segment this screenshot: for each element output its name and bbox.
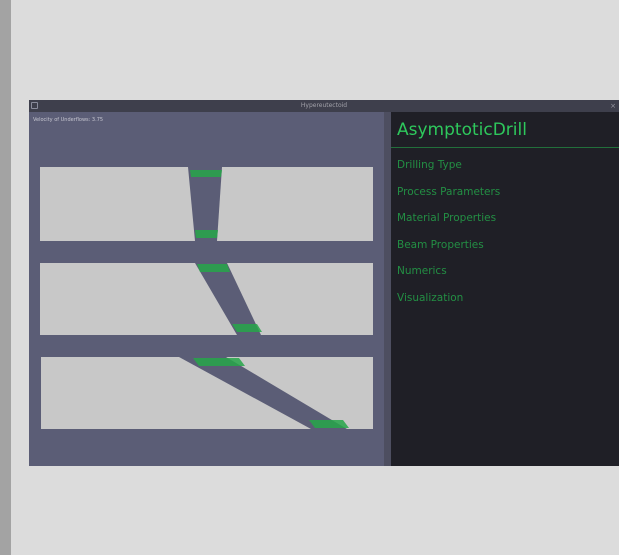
front-marker-2 — [195, 230, 218, 238]
front-marker-3 — [197, 264, 230, 272]
app-window: Hypereutectoid × Velocity of Underflows:… — [29, 100, 619, 466]
titlebar: Hypereutectoid × — [29, 100, 619, 112]
front-marker-5 — [193, 358, 245, 366]
front-marker-6 — [309, 420, 349, 428]
front-marker-1 — [190, 170, 222, 177]
panel-splitter[interactable] — [384, 112, 391, 466]
menu-item-drilling-type[interactable]: Drilling Type — [397, 152, 619, 179]
velocity-caption: Velocity of Underflows: 3.75 — [33, 117, 104, 123]
front-marker-4 — [232, 324, 262, 332]
menu-item-material-properties[interactable]: Material Properties — [397, 205, 619, 232]
menu-item-beam-properties[interactable]: Beam Properties — [397, 232, 619, 259]
side-panel: AsymptoticDrill Drilling Type Process Pa… — [391, 112, 619, 466]
menu-item-visualization[interactable]: Visualization — [397, 285, 619, 312]
menu-item-numerics[interactable]: Numerics — [397, 258, 619, 285]
panel-title: AsymptoticDrill — [391, 112, 619, 148]
window-title: Hypereutectoid — [300, 102, 348, 109]
menu-item-process-parameters[interactable]: Process Parameters — [397, 179, 619, 206]
left-gray-strip — [0, 0, 11, 555]
simulation-canvas — [40, 167, 373, 429]
simulation-viewport[interactable]: Velocity of Underflows: 3.75 — [29, 112, 384, 466]
close-icon[interactable]: × — [610, 100, 616, 112]
settings-menu: Drilling Type Process Parameters Materia… — [391, 148, 619, 312]
